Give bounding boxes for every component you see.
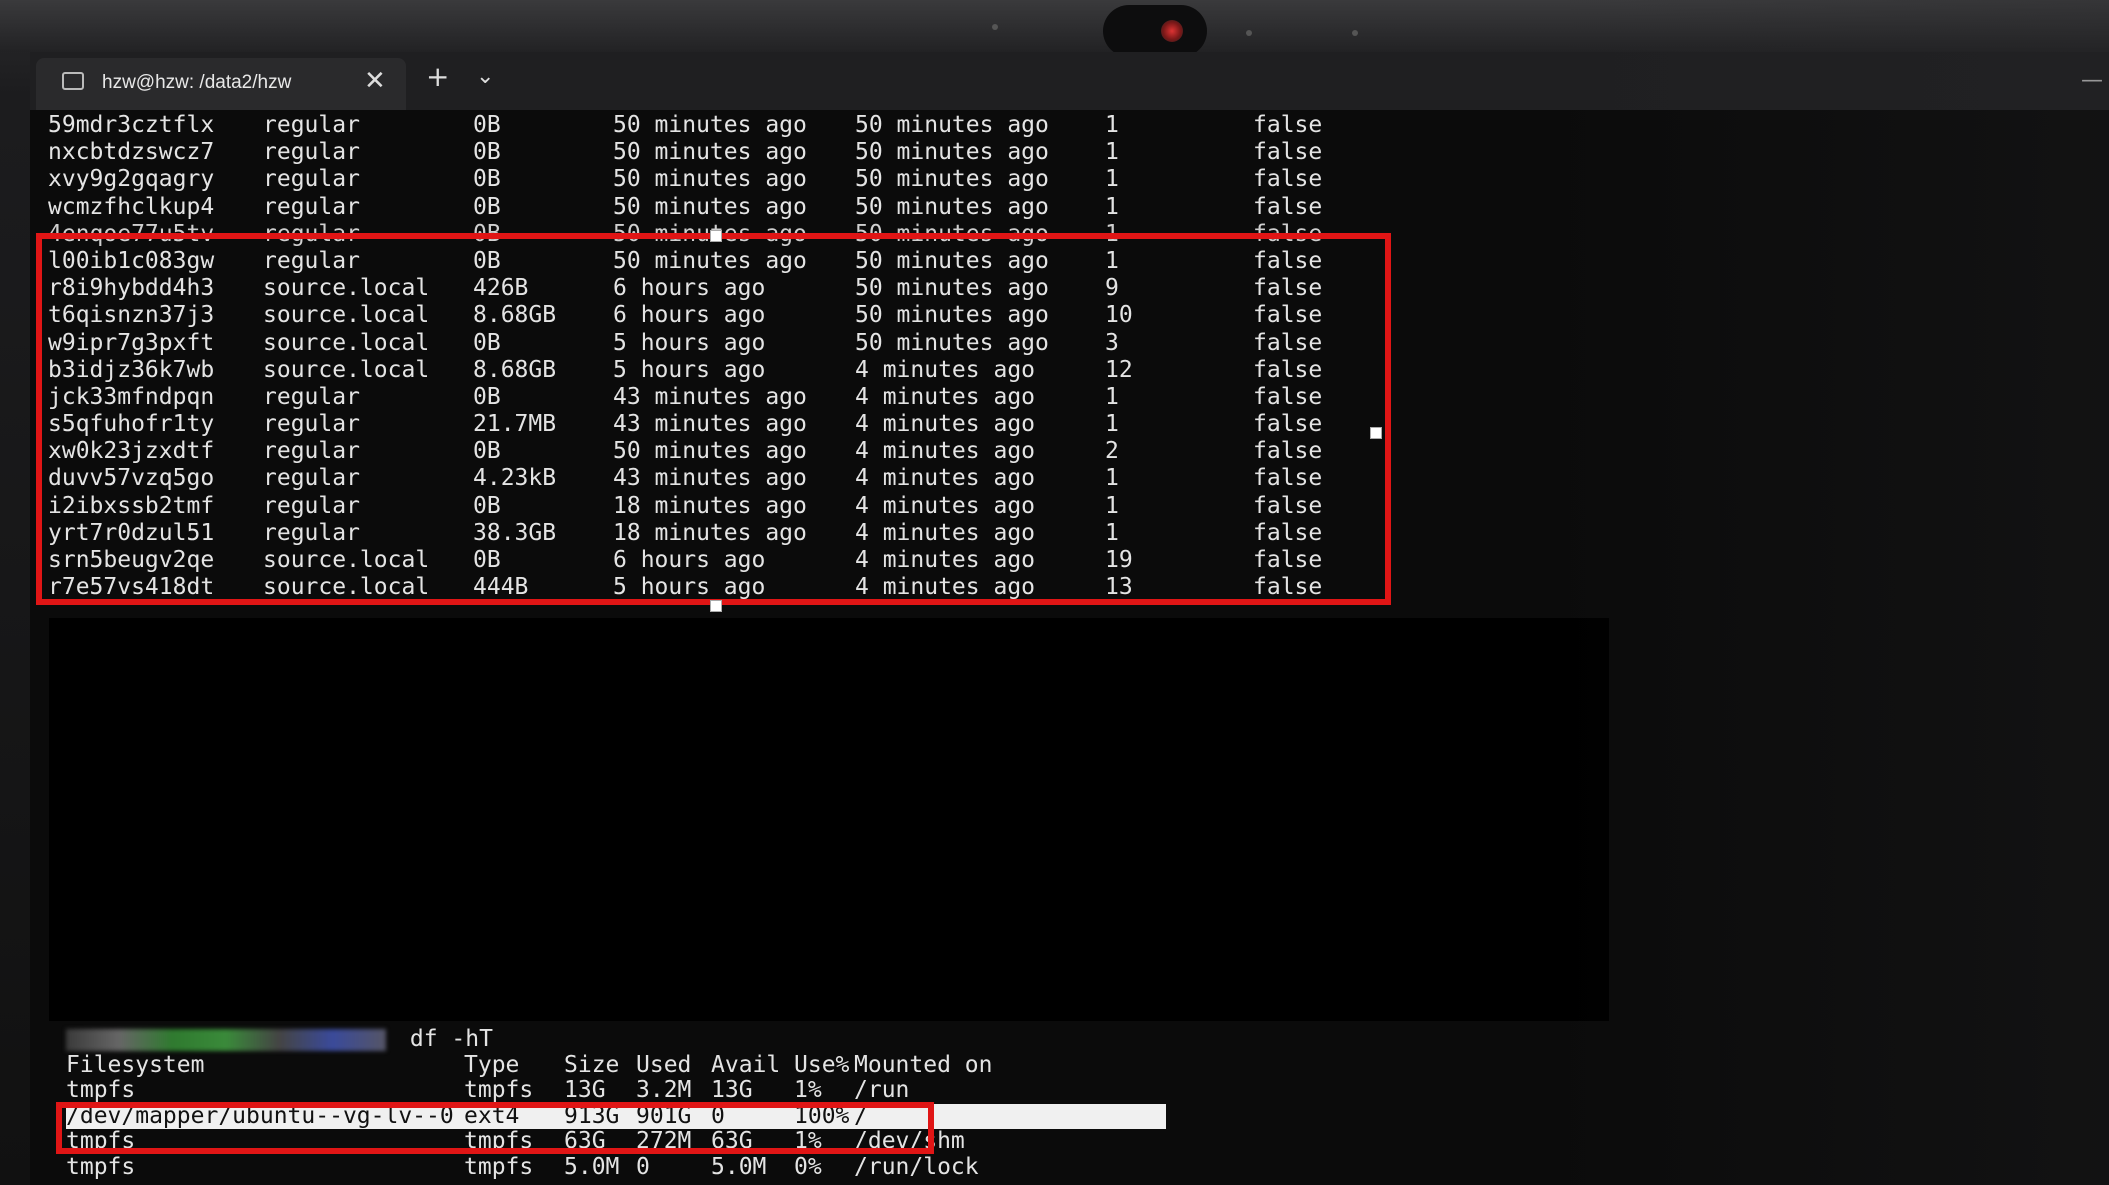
volume-name: nxcbtdzswcz7 [48,139,215,166]
df-filesystem: tmpfs [66,1077,136,1104]
table-row: wcmzfhclkup4 regular 0B 50 minutes ago 50 mi… [48,194,1348,221]
volume-last-used: 50 minutes ago [855,166,1049,193]
volume-size: 0B [473,193,501,220]
df-prompt: df -hT [66,1026,1166,1053]
table-row: nxcbtdzswcz7 regular 0B 50 minutes ago 50 mi… [48,139,1348,166]
df-avail: 13G [711,1077,753,1104]
df-size: 5.0M [564,1153,620,1180]
volume-driver: regular [263,193,360,220]
volume-refcount: 1 [1105,193,1119,220]
df-mounted-on: /run/lock [854,1153,979,1180]
sensor-dot [992,24,998,30]
volume-created: 50 minutes ago [613,112,807,138]
volume-refcount: 1 [1105,166,1119,193]
volume-driver: regular [263,166,360,193]
df-avail: 5.0M [711,1153,767,1180]
terminal-icon [62,72,84,90]
volume-name: wcmzfhclkup4 [48,193,215,220]
df-filesystem-header: Filesystem [66,1051,205,1078]
volume-name: xvy9g2gqagry [48,166,215,193]
volume-size: 0B [473,139,501,166]
volume-reclaimable: false [1253,193,1323,220]
volume-driver: regular [263,139,360,166]
volume-last-used: 50 minutes ago [855,139,1049,166]
df-used-header: Used [636,1051,692,1078]
resize-handle[interactable] [710,600,722,612]
df-mounted-on-header: Mounted on [854,1051,993,1078]
df-use-pct-header: Use% [794,1051,850,1078]
resize-handle[interactable] [1370,427,1382,439]
bezel-glare [1549,0,2109,1185]
volume-name: 59mdr3cztflx [48,112,215,138]
volume-last-used: 50 minutes ago [855,193,1049,220]
plus-icon[interactable]: + [426,60,449,93]
df-type: tmpfs [464,1077,534,1104]
df-type: tmpfs [464,1153,534,1180]
df-use-pct: 0% [794,1153,822,1180]
volume-created: 50 minutes ago [613,166,807,193]
volume-refcount: 1 [1105,139,1119,166]
df-type-header: Type [464,1051,520,1078]
tab-title: hzw@hzw: /data2/hzw [102,72,292,93]
volume-refcount: 1 [1105,112,1119,138]
df-size-header: Size [564,1051,620,1078]
volume-driver: regular [263,112,360,138]
df-filesystem: tmpfs [66,1153,136,1180]
sensor-dot [1352,30,1358,36]
df-size: 13G [564,1077,606,1104]
df-header: Filesystem Type Size Used Avail Use% Mounted o… [66,1051,1166,1079]
volume-size: 0B [473,166,501,193]
blurred-prompt [66,1028,386,1051]
df-avail-header: Avail [711,1051,781,1078]
resize-handle[interactable] [710,230,722,242]
chevron-down-icon[interactable]: ⌄ [476,64,494,89]
volume-created: 50 minutes ago [613,193,807,220]
volume-reclaimable: false [1253,139,1323,166]
volume-size: 0B [473,112,501,138]
df-use-pct: 1% [794,1077,822,1104]
volume-reclaimable: false [1253,112,1323,138]
highlight-box [36,233,1391,605]
camera-icon [1161,20,1183,42]
volume-reclaimable: false [1253,166,1323,193]
volume-last-used: 50 minutes ago [855,112,1049,138]
df-mounted-on: /run [854,1077,910,1104]
camera-housing [1103,5,1207,57]
df-row: tmpfs tmpfs 13G 3.2M 13G 1% /run [66,1078,1166,1104]
redacted-area [49,618,1609,1021]
close-icon[interactable]: ✕ [364,66,386,96]
df-row: tmpfs tmpfs 5.0M 0 5.0M 0% /run/lock [66,1153,1166,1181]
table-row: 59mdr3cztflx regular 0B 50 minutes ago 50 mi… [48,112,1348,139]
terminal-tab[interactable]: hzw@hzw: /data2/hzw ✕ [36,58,406,110]
df-used: 0 [636,1153,650,1180]
df-command: df -hT [409,1026,493,1052]
table-row: xvy9g2gqagry regular 0B 50 minutes ago 50 mi… [48,166,1348,193]
sensor-dot [1246,30,1252,36]
highlight-box-disk [56,1102,934,1154]
volume-created: 50 minutes ago [613,139,807,166]
df-used: 3.2M [636,1077,692,1104]
